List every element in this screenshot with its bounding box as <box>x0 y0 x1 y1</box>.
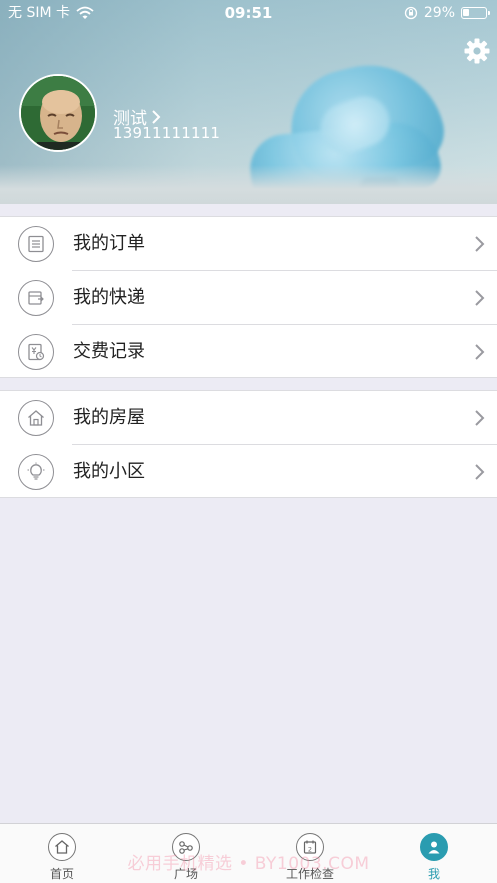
menu-item-label: 我的房屋 <box>73 407 145 428</box>
menu-group-property: 我的房屋 我的小区 <box>0 390 497 498</box>
chevron-right-icon <box>152 109 161 124</box>
avatar[interactable] <box>19 74 97 152</box>
payment-record-icon <box>28 343 45 361</box>
chevron-right-icon <box>475 236 485 252</box>
menu-item-label: 我的小区 <box>73 461 145 482</box>
menu-item-label: 我的快递 <box>73 287 145 308</box>
menu-item-label: 交费记录 <box>73 341 145 362</box>
status-bar: 无 SIM 卡 09:51 29% <box>0 0 497 26</box>
chevron-right-icon <box>475 290 485 306</box>
profile-header: 无 SIM 卡 09:51 29% 测试 13911111111 <box>0 0 497 204</box>
rotation-lock-icon <box>404 6 418 20</box>
menu-item-orders[interactable]: 我的订单 <box>0 217 497 271</box>
menu-item-label: 我的订单 <box>73 233 145 254</box>
menu-item-payment-records[interactable]: 交费记录 <box>0 325 497 379</box>
battery-percent: 29% <box>423 5 455 21</box>
chevron-right-icon <box>475 464 485 480</box>
menu-item-my-house[interactable]: 我的房屋 <box>0 391 497 445</box>
lightbulb-icon <box>27 462 45 480</box>
watermark-text: 必用手机精选 • BY1003.COM <box>127 854 370 874</box>
chevron-right-icon <box>475 410 485 426</box>
house-icon <box>28 410 44 426</box>
menu-group-services: 我的订单 我的快递 交费记录 <box>0 216 497 378</box>
menu-item-my-community[interactable]: 我的小区 <box>0 445 497 499</box>
chevron-right-icon <box>475 344 485 360</box>
parcel-icon <box>28 291 44 305</box>
gear-icon[interactable] <box>463 37 491 65</box>
menu-item-parcels[interactable]: 我的快递 <box>0 271 497 325</box>
battery-icon <box>461 7 490 19</box>
order-list-icon <box>28 235 44 253</box>
user-phone: 13911111111 <box>113 124 221 142</box>
banner-floor <box>0 165 497 204</box>
